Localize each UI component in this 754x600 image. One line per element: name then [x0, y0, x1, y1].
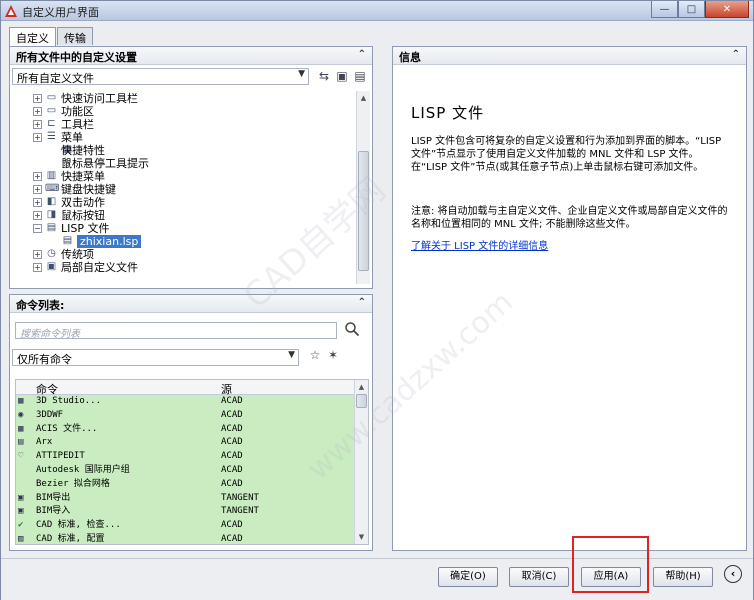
- save-icon[interactable]: ▣: [334, 69, 350, 84]
- command-icon: ◉: [18, 409, 24, 420]
- window-title: 自定义用户界面: [22, 6, 99, 19]
- command-icon: ▣: [18, 492, 24, 503]
- table-row[interactable]: ▦ 3D Studio... ACAD: [16, 395, 368, 409]
- main-tabs: 自定义 传输: [9, 27, 94, 46]
- table-row[interactable]: ▦ ACIS 文件... ACAD: [16, 422, 368, 437]
- customize-ui-window: 自定义用户界面 — □ ✕ 自定义 传输 所有文件中的自定义设置 ⌃ 所有自定义…: [0, 0, 754, 600]
- tree-item[interactable]: + ▣ 局部自定义文件: [15, 261, 355, 274]
- customizations-header-label: 所有文件中的自定义设置: [16, 51, 137, 64]
- scroll-up-icon[interactable]: ▲: [357, 91, 370, 105]
- command-icon: ▨: [18, 533, 24, 544]
- command-filter-value: 仅所有命令: [17, 353, 72, 366]
- tree-item[interactable]: + ◨ 鼠标按钮: [15, 209, 355, 222]
- command-filter-select[interactable]: 仅所有命令 ▼: [12, 349, 299, 366]
- display-filters-icon[interactable]: ▤: [352, 69, 368, 84]
- info-title: LISP 文件: [411, 104, 485, 122]
- lisp-folder-icon: ▤: [46, 222, 57, 233]
- filter-icon[interactable]: ☆: [307, 348, 323, 363]
- close-button[interactable]: ✕: [705, 1, 749, 18]
- ok-button[interactable]: 确定(O): [438, 567, 498, 587]
- table-row[interactable]: ◉ 3DDWF ACAD: [16, 408, 368, 423]
- scroll-thumb[interactable]: [358, 151, 369, 271]
- partial-file-icon: ▣: [46, 261, 57, 272]
- tree-item[interactable]: + ⌨ 键盘快捷键: [15, 183, 355, 196]
- command-icon: ▣: [18, 506, 24, 517]
- info-paragraph-1: LISP 文件包含可将复杂的自定义设置和行为添加到界面的脚本。“LISP 文件”…: [411, 136, 722, 173]
- collapse-icon[interactable]: ⌃: [358, 297, 366, 308]
- tab-customize[interactable]: 自定义: [9, 27, 56, 46]
- lsp-file-icon: ▤: [62, 235, 73, 246]
- shortcut-menu-icon: ▥: [46, 170, 57, 181]
- expand-icon[interactable]: ‹: [724, 565, 742, 583]
- keyboard-icon: ⌨: [45, 183, 60, 194]
- chevron-down-icon: ▼: [298, 69, 305, 79]
- table-row[interactable]: Bezier 拟合网格 ACAD: [16, 477, 368, 492]
- apply-highlight-box: [572, 536, 649, 593]
- scroll-thumb[interactable]: [356, 394, 367, 408]
- info-header: 信息 ⌃: [393, 47, 746, 65]
- cancel-button[interactable]: 取消(C): [509, 567, 569, 587]
- open-file-icon[interactable]: ⇆: [316, 69, 332, 84]
- tree-item-zhixian-lsp[interactable]: ▤ zhixian.lsp: [15, 235, 355, 248]
- chevron-down-icon: ▼: [288, 350, 295, 360]
- help-button[interactable]: 帮助(H): [653, 567, 713, 587]
- tree-item-lisp-files[interactable]: − ▤ LISP 文件: [15, 222, 355, 235]
- command-list-header: 命令列表: ⌃: [10, 295, 372, 313]
- info-header-label: 信息: [399, 51, 421, 64]
- autocad-logo-icon: [5, 5, 17, 17]
- tree-item[interactable]: + ◧ 双击动作: [15, 196, 355, 209]
- minimize-button[interactable]: —: [651, 1, 678, 18]
- mouse-icon: ◨: [46, 209, 57, 220]
- info-paragraph-2: 注意: 将自动加载与主自定义文件、企业自定义文件或局部自定义文件的名称和位置相同…: [411, 206, 728, 230]
- command-table: 命令 源 ▦ 3D Studio... ACAD ◉ 3DDWF ACAD ▦ ACIS …: [15, 379, 369, 545]
- command-icon: ▤: [18, 437, 24, 448]
- learn-more-link[interactable]: 了解关于 LISP 文件的详细信息: [411, 237, 548, 252]
- table-row[interactable]: ▨ CAD 标准, 配置 ACAD: [16, 532, 368, 544]
- toolbar-icon: ▭: [46, 92, 57, 103]
- tree-item[interactable]: + ▭ 快速访问工具栏: [15, 92, 355, 105]
- command-icon: ▦: [18, 396, 24, 406]
- check-icon: ✔: [18, 520, 24, 531]
- maximize-button[interactable]: □: [678, 1, 705, 18]
- customization-tree: + ▭ 快速访问工具栏 + ▭ 功能区 + ⊏ 工具栏 + ☰ 菜单 ▦ 快捷特性 ↖ 鼠标悬停工具…: [15, 92, 355, 287]
- table-row[interactable]: ✔ CAD 标准, 检查... ACAD: [16, 519, 368, 533]
- tree-scrollbar[interactable]: ▲: [356, 91, 370, 284]
- customization-file-value: 所有自定义文件: [17, 72, 94, 85]
- customization-file-select[interactable]: 所有自定义文件 ▼: [12, 68, 309, 85]
- double-click-icon: ◧: [46, 196, 57, 207]
- toolbar-icon: ⊏: [47, 118, 56, 129]
- title-bar: 自定义用户界面 — □ ✕: [1, 1, 753, 21]
- search-icon[interactable]: [344, 321, 362, 339]
- tree-item[interactable]: ↖ 鼠标悬停工具提示: [15, 157, 355, 170]
- menu-icon: ☰: [47, 131, 56, 142]
- tree-item[interactable]: ▦ 快捷特性: [15, 144, 355, 157]
- tab-transfer[interactable]: 传输: [57, 27, 93, 45]
- table-row[interactable]: ▣ BIM导出 TANGENT: [16, 491, 368, 506]
- scroll-up-icon[interactable]: ▲: [355, 380, 368, 394]
- collapse-icon[interactable]: ⌃: [358, 49, 366, 60]
- table-row[interactable]: ▣ BIM导入 TANGENT: [16, 505, 368, 520]
- legacy-icon: ◷: [47, 248, 56, 259]
- tree-item[interactable]: + ⊏ 工具栏: [15, 118, 355, 131]
- command-table-scrollbar[interactable]: ▲ ▼: [354, 380, 368, 544]
- table-row[interactable]: Autodesk 国际用户组 ACAD: [16, 463, 368, 478]
- new-command-icon[interactable]: ✶: [325, 348, 341, 363]
- collapse-icon[interactable]: ⌃: [732, 49, 740, 60]
- command-icon: ▦: [18, 423, 24, 434]
- customizations-header: 所有文件中的自定义设置 ⌃: [10, 47, 372, 65]
- table-row[interactable]: ▤ Arx ACAD: [16, 436, 368, 451]
- scroll-down-icon[interactable]: ▼: [355, 530, 368, 544]
- command-icon: ♡: [18, 451, 24, 462]
- command-search-input[interactable]: 搜索命令列表: [15, 322, 337, 340]
- command-table-header: 命令 源: [16, 380, 368, 396]
- tree-item[interactable]: + ☰ 菜单: [15, 131, 355, 144]
- tree-item[interactable]: + ▥ 快捷菜单: [15, 170, 355, 183]
- tree-item[interactable]: + ▭ 功能区: [15, 105, 355, 118]
- table-row[interactable]: ♡ ATTIPEDIT ACAD: [16, 450, 368, 464]
- tree-item[interactable]: + ◷ 传统项: [15, 248, 355, 261]
- command-list-header-label: 命令列表:: [16, 299, 65, 312]
- ribbon-icon: ▭: [46, 105, 57, 116]
